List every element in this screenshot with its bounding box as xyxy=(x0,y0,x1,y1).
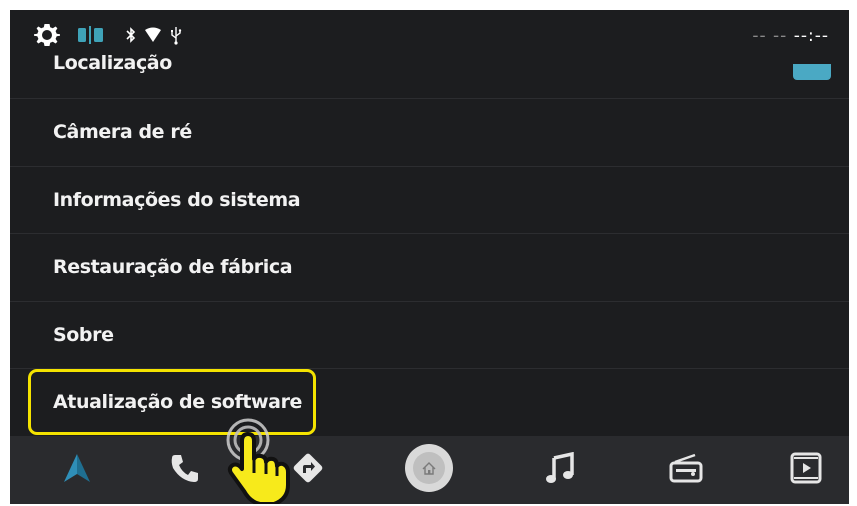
home-icon xyxy=(404,443,454,497)
gear-icon[interactable] xyxy=(34,22,60,48)
head-unit-screen: -- -- --:-- Localização Câmera de ré Inf… xyxy=(10,10,849,504)
settings-item-label: Sobre xyxy=(53,323,114,346)
settings-item-system-info[interactable]: Informações do sistema xyxy=(10,167,849,234)
nav-phone-button[interactable] xyxy=(155,436,215,504)
nav-video-button[interactable] xyxy=(776,436,836,504)
radio-icon xyxy=(669,453,703,487)
settings-item-rear-camera[interactable]: Câmera de ré xyxy=(10,99,849,167)
clock-placeholder: -- -- xyxy=(752,26,788,46)
settings-item-factory-reset[interactable]: Restauração de fábrica xyxy=(10,234,849,302)
nav-radio-button[interactable] xyxy=(656,436,716,504)
tap-hand-icon xyxy=(218,413,298,504)
settings-item-about[interactable]: Sobre xyxy=(10,302,849,369)
nav-home-button[interactable] xyxy=(399,436,459,504)
nav-android-auto-button[interactable] xyxy=(47,436,107,504)
video-icon xyxy=(790,452,822,488)
split-screen-icon xyxy=(76,25,106,45)
bluetooth-icon xyxy=(124,25,138,45)
status-icons xyxy=(34,22,182,48)
wifi-icon xyxy=(144,27,162,43)
clock-time: --:-- xyxy=(793,26,829,46)
status-bar: -- -- --:-- xyxy=(10,10,849,68)
settings-item-label: Informações do sistema xyxy=(53,188,301,211)
bottom-nav-bar xyxy=(10,436,849,504)
android-auto-icon xyxy=(62,452,92,488)
music-icon xyxy=(545,451,575,488)
usb-icon xyxy=(170,25,182,45)
settings-item-label: Restauração de fábrica xyxy=(53,256,293,279)
clock: -- -- --:-- xyxy=(752,26,829,46)
phone-icon xyxy=(169,452,201,488)
settings-item-label: Câmera de ré xyxy=(53,121,192,144)
nav-music-button[interactable] xyxy=(530,436,590,504)
